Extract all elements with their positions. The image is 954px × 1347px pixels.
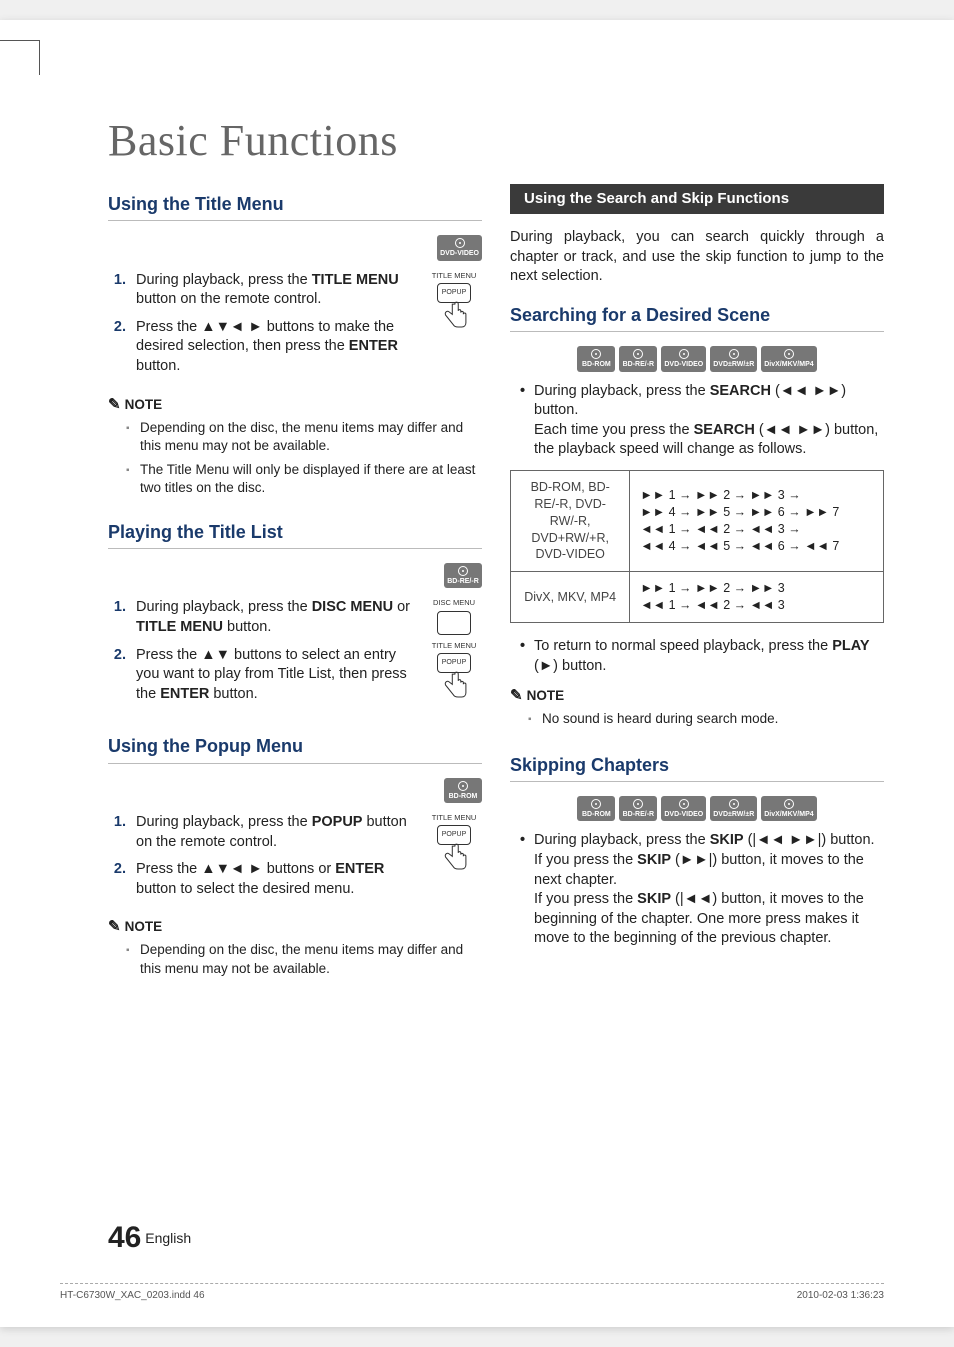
disc-badge: BD-RE/-R [619, 346, 657, 371]
imprint-file: HT-C6730W_XAC_0203.indd 46 [60, 1290, 205, 1301]
page-number: 46 [108, 1221, 141, 1254]
pencil-icon: ✎ [108, 917, 121, 937]
hand-icon [437, 299, 471, 333]
page-footer: 46 English [108, 1221, 191, 1255]
subhead-searching: Searching for a Desired Scene [510, 303, 884, 332]
bullet-list: During playback, press the SKIP (|◄◄ ►►|… [510, 831, 884, 948]
chapter-title: Basic Functions [108, 115, 884, 166]
step-list: During playback, press the DISC MENU or … [108, 598, 416, 704]
disc-badge: BD-RE/-R [619, 796, 657, 821]
disc-badge: DVD-VIDEO [661, 346, 706, 371]
note-item: Depending on the disc, the menu items ma… [126, 419, 482, 455]
disc-badge: BD-ROM [444, 778, 482, 803]
hand-icon [437, 841, 471, 875]
table-cell-values: ►► 1 → ►► 2 → ►► 3 ◄◄ 1 → ◄◄ 2 → ◄◄ 3 [630, 572, 884, 623]
step-item: During playback, press the DISC MENU or … [130, 598, 416, 637]
table-cell-values: ►► 1 → ►► 2 → ►► 3 → ►► 4 → ►► 5 → ►► 6 … [630, 470, 884, 571]
bullet-item: To return to normal speed playback, pres… [520, 637, 884, 676]
bullet-list: To return to normal speed playback, pres… [510, 637, 884, 676]
disc-badge: DVD-VIDEO [437, 235, 482, 260]
page-language: English [145, 1230, 191, 1246]
note-list: Depending on the disc, the menu items ma… [108, 941, 482, 977]
step-item: Press the ▲▼◄ ► buttons or ENTER button … [130, 860, 416, 899]
disc-badge: DVD±RW/±R [710, 346, 757, 371]
subhead-title-menu: Using the Title Menu [108, 192, 482, 221]
note-heading: ✎NOTE [108, 395, 482, 415]
subhead-title-list: Playing the Title List [108, 520, 482, 549]
manual-page: Basic Functions Using the Title Menu DVD… [0, 20, 954, 1327]
note-heading: ✎NOTE [108, 917, 482, 937]
bullet-item: During playback, press the SEARCH (◄◄ ►►… [520, 382, 884, 460]
note-heading: ✎NOTE [510, 686, 884, 706]
left-column: Using the Title Menu DVD-VIDEO During pl… [108, 184, 482, 984]
crop-mark [0, 40, 40, 75]
remote-figure: TITLE MENU POPUP [426, 813, 482, 875]
subhead-popup-menu: Using the Popup Menu [108, 734, 482, 763]
pencil-icon: ✎ [108, 395, 121, 415]
note-item: Depending on the disc, the menu items ma… [126, 941, 482, 977]
disc-badge: DVD-VIDEO [661, 796, 706, 821]
step-item: During playback, press the POPUP button … [130, 813, 416, 852]
disc-badge: DVD±RW/±R [710, 796, 757, 821]
imprint-line: HT-C6730W_XAC_0203.indd 46 2010-02-03 1:… [60, 1283, 884, 1301]
disc-badge: BD-RE/-R [444, 563, 482, 588]
intro-paragraph: During playback, you can search quickly … [510, 228, 884, 287]
hand-icon [437, 669, 471, 703]
bullet-item: During playback, press the SKIP (|◄◄ ►►|… [520, 831, 884, 948]
table-cell-label: DivX, MKV, MP4 [511, 572, 630, 623]
topic-bar: Using the Search and Skip Functions [510, 184, 884, 214]
step-item: During playback, press the TITLE MENU bu… [130, 271, 416, 310]
remote-figure: TITLE MENU POPUP [426, 271, 482, 333]
step-item: Press the ▲▼◄ ► buttons to make the desi… [130, 318, 416, 377]
note-item: No sound is heard during search mode. [528, 710, 884, 728]
right-column: Using the Search and Skip Functions Duri… [510, 184, 884, 984]
disc-badge: BD-ROM [577, 346, 615, 371]
pencil-icon: ✎ [510, 686, 523, 706]
disc-menu-button-icon [437, 611, 471, 635]
disc-badge: DivX/MKV/MP4 [761, 346, 816, 371]
step-list: During playback, press the TITLE MENU bu… [108, 271, 416, 377]
remote-figure: DISC MENU TITLE MENU POPUP [426, 598, 482, 702]
imprint-date: 2010-02-03 1:36:23 [797, 1290, 884, 1301]
speed-table: BD-ROM, BD-RE/-R, DVD-RW/-R, DVD+RW/+R, … [510, 470, 884, 623]
note-list: Depending on the disc, the menu items ma… [108, 419, 482, 498]
step-item: Press the ▲▼ buttons to select an entry … [130, 646, 416, 705]
bullet-list: During playback, press the SEARCH (◄◄ ►►… [510, 382, 884, 460]
disc-badge: BD-ROM [577, 796, 615, 821]
subhead-skipping: Skipping Chapters [510, 753, 884, 782]
note-item: The Title Menu will only be displayed if… [126, 461, 482, 497]
step-list: During playback, press the POPUP button … [108, 813, 416, 899]
table-cell-label: BD-ROM, BD-RE/-R, DVD-RW/-R, DVD+RW/+R, … [511, 470, 630, 571]
note-list: No sound is heard during search mode. [510, 710, 884, 728]
disc-badge: DivX/MKV/MP4 [761, 796, 816, 821]
